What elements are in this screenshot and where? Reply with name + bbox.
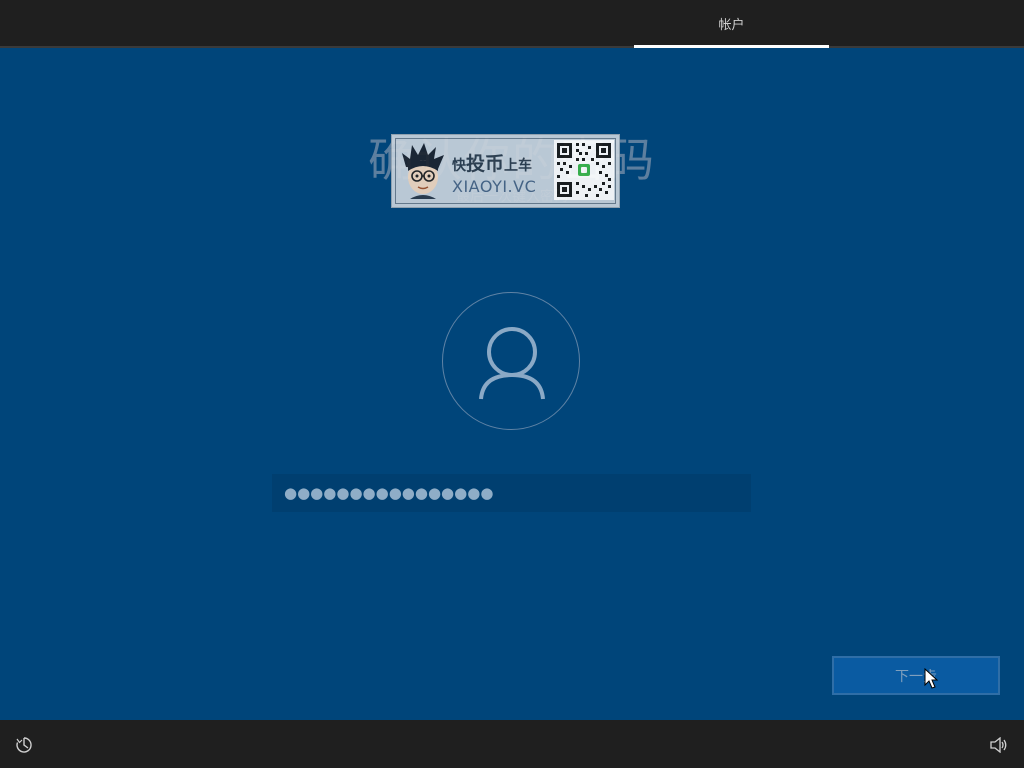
mouse-cursor-icon [924, 668, 939, 689]
watermark-url: XIAOYI.VC [452, 177, 537, 196]
volume-icon[interactable] [990, 737, 1008, 753]
watermark-slogan-prefix: 快 [452, 158, 466, 174]
password-confirm-input[interactable] [272, 474, 751, 512]
user-icon [479, 327, 545, 400]
avatar [442, 292, 580, 430]
qr-code-icon [554, 140, 614, 200]
bottom-bar [0, 720, 1024, 768]
watermark-badge: 快投币上车 XIAOYI.VC [391, 134, 620, 208]
next-button[interactable]: 下一步 [832, 656, 1000, 695]
watermark-slogan-emphasis: 投币 [466, 153, 505, 175]
tab-active-indicator [634, 45, 829, 48]
cartoon-face-icon [402, 143, 444, 199]
ease-of-access-icon[interactable] [15, 736, 33, 754]
oobe-screen: 帐户 确认你的密码 最后一次键入密码 快投币上车 XIAOYI.VC [0, 0, 1024, 768]
top-bar: 帐户 [0, 0, 1024, 48]
watermark-slogan-suffix: 上车 [504, 158, 533, 174]
watermark-slogan: 快投币上车 [452, 149, 532, 176]
tab-account[interactable]: 帐户 [634, 0, 829, 46]
